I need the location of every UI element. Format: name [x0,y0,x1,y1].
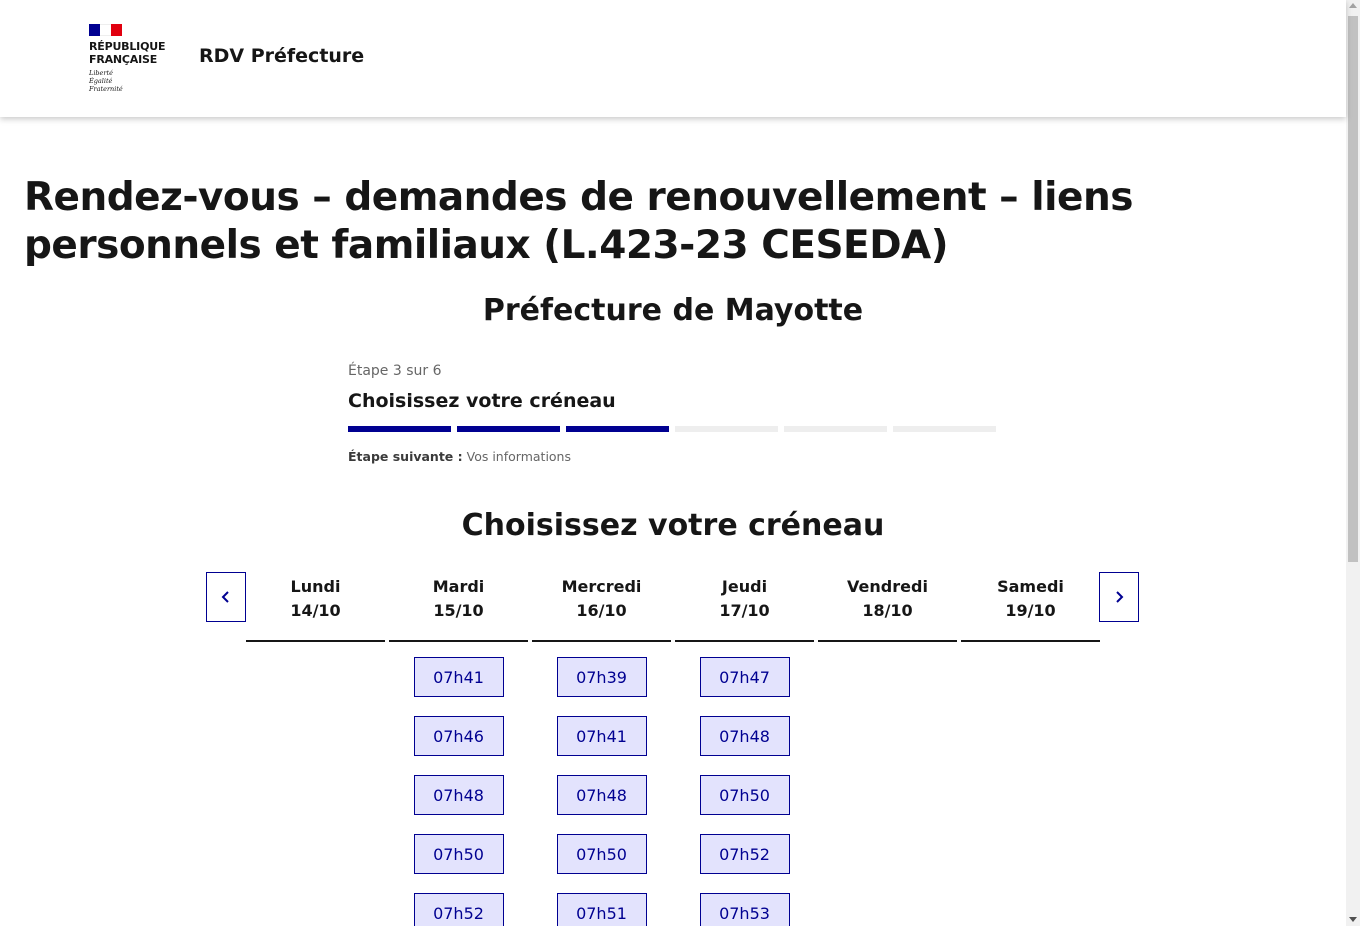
day-column: Samedi 19/10 [961,572,1100,926]
page-scrollbar[interactable] [1346,0,1360,926]
time-slot-button[interactable]: 07h41 [413,657,504,697]
next-step-value: Vos informations [466,449,571,464]
time-slot-button[interactable]: 07h53 [699,893,790,926]
step-bar [457,426,560,432]
time-slot-button[interactable]: 07h46 [413,716,504,756]
time-slot-button[interactable]: 07h50 [699,775,790,815]
day-name: Mardi [432,577,485,596]
time-slot-button[interactable]: 07h50 [413,834,504,874]
time-slot-button[interactable]: 07h50 [556,834,647,874]
day-date: 14/10 [290,601,341,620]
day-header: Mercredi 16/10 [532,572,671,642]
logo-motto: Liberté Égalité Fraternité [89,69,123,93]
time-slot-button[interactable]: 07h41 [556,716,647,756]
time-slot-button[interactable]: 07h52 [413,893,504,926]
step-bar [675,426,778,432]
day-name: Samedi [997,577,1064,596]
chevron-right-icon [1116,591,1124,603]
time-slot-button[interactable]: 07h51 [556,893,647,926]
day-column: Lundi 14/10 [246,572,385,926]
slot-list: 07h41 07h46 07h48 07h50 07h52 [389,657,528,926]
calendar-title: Choisissez votre créneau [461,508,885,543]
service-name-link[interactable]: RDV Préfecture [199,45,364,67]
day-name: Lundi [290,577,341,596]
scroll-down-arrow-icon[interactable] [1349,917,1357,922]
day-header: Jeudi 17/10 [675,572,814,642]
step-bar [566,426,669,432]
day-date: 16/10 [576,601,627,620]
step-bar [348,426,451,432]
day-name: Mercredi [561,577,642,596]
day-header: Vendredi 18/10 [818,572,957,642]
day-header: Mardi 15/10 [389,572,528,642]
prefecture-title: Préfecture de Mayotte [482,293,864,328]
previous-week-button[interactable] [206,572,246,622]
day-header: Lundi 14/10 [246,572,385,642]
day-header: Samedi 19/10 [961,572,1100,642]
step-bar [784,426,887,432]
calendar-days: Lundi 14/10 Mardi 15/10 07h41 07h46 07h48 07h50… [246,572,1100,926]
step-bar [893,426,996,432]
chevron-left-icon [221,591,229,603]
day-date: 19/10 [1005,601,1056,620]
step-count: Étape 3 sur 6 [348,363,442,379]
day-date: 18/10 [862,601,913,620]
site-header: RÉPUBLIQUE FRANÇAISE Liberté Égalité Fra… [0,0,1346,117]
scrollbar-thumb[interactable] [1348,16,1358,562]
republique-francaise-logo[interactable]: RÉPUBLIQUE FRANÇAISE Liberté Égalité Fra… [89,24,169,93]
next-step-label: Étape suivante : [348,449,463,464]
time-slot-button[interactable]: 07h52 [699,834,790,874]
french-flag-icon [89,24,122,36]
step-progress-bars [348,426,998,432]
day-date: 15/10 [433,601,484,620]
day-column: Vendredi 18/10 [818,572,957,926]
stepper: Étape 3 sur 6 Choisissez votre créneau É… [348,363,998,464]
slot-list: 07h47 07h48 07h50 07h52 07h53 [675,657,814,926]
time-slot-button[interactable]: 07h48 [699,716,790,756]
time-slot-button[interactable]: 07h48 [413,775,504,815]
next-step-info: Étape suivante : Vos informations [348,449,998,464]
time-slot-button[interactable]: 07h39 [556,657,647,697]
day-name: Jeudi [721,577,768,596]
step-title: Choisissez votre créneau [348,390,616,412]
next-week-button[interactable] [1099,572,1139,622]
day-date: 17/10 [719,601,770,620]
day-column: Mardi 15/10 07h41 07h46 07h48 07h50 07h52 [389,572,528,926]
page-title: Rendez-vous – demandes de renouvellement… [24,175,1133,268]
day-column: Mercredi 16/10 07h39 07h41 07h48 07h50 07h51 [532,572,671,926]
slot-list: 07h39 07h41 07h48 07h50 07h51 [532,657,671,926]
day-column: Jeudi 17/10 07h47 07h48 07h50 07h52 07h53 [675,572,814,926]
day-name: Vendredi [847,577,928,596]
time-slot-button[interactable]: 07h48 [556,775,647,815]
logo-republique-text: RÉPUBLIQUE FRANÇAISE [89,40,166,66]
time-slot-button[interactable]: 07h47 [699,657,790,697]
scroll-up-arrow-icon[interactable] [1349,3,1357,8]
